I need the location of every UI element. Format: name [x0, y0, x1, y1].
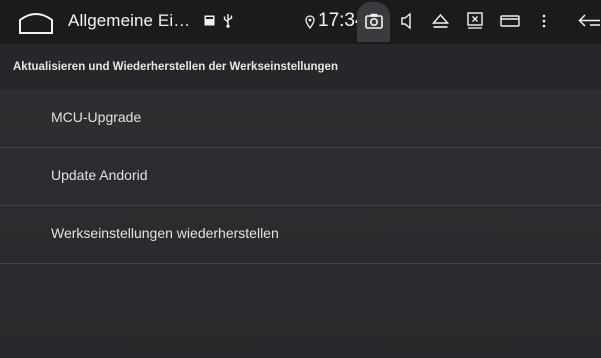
list-item-label: Update Andorid — [51, 167, 148, 183]
usb-icon — [223, 14, 233, 28]
camera-icon — [365, 13, 383, 29]
list-item-factory-reset[interactable]: Werkseinstellungen wiederherstellen — [0, 206, 601, 264]
window-icon[interactable] — [500, 14, 520, 28]
notification-icon — [204, 15, 215, 26]
section-title: Aktualisieren und Wiederherstellen der W… — [13, 61, 338, 73]
section-header: Aktualisieren und Wiederherstellen der W… — [0, 44, 601, 90]
camera-button[interactable] — [357, 2, 390, 42]
more-vert-icon[interactable] — [542, 14, 546, 28]
eject-icon[interactable] — [432, 13, 449, 29]
list-item-label: MCU-Upgrade — [51, 109, 142, 125]
screen: Allgemeine Ei… 17:34 Aktualisieren und W… — [0, 0, 601, 358]
location-icon — [305, 15, 315, 29]
app-title: Allgemeine Ei… — [68, 11, 191, 30]
close-window-icon[interactable] — [467, 12, 483, 29]
volume-icon[interactable] — [400, 12, 414, 30]
status-bar: Allgemeine Ei… 17:34 — [0, 0, 601, 44]
list-item-update-android[interactable]: Update Andorid — [0, 148, 601, 206]
empty-content-area — [0, 264, 601, 358]
list-item-mcu-upgrade[interactable]: MCU-Upgrade — [0, 90, 601, 148]
back-icon[interactable] — [578, 13, 600, 29]
settings-list: MCU-Upgrade Update Andorid Werkseinstell… — [0, 90, 601, 264]
list-item-label: Werkseinstellungen wiederherstellen — [51, 225, 279, 241]
home-icon[interactable] — [18, 9, 54, 35]
